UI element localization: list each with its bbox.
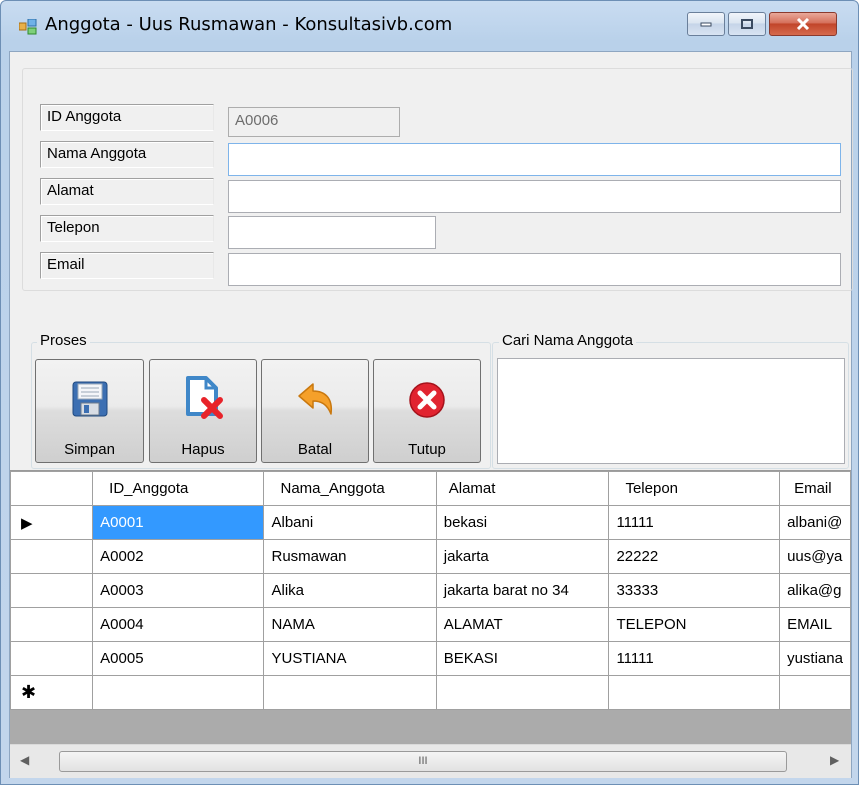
table-cell[interactable]: 22222 xyxy=(608,539,781,574)
close-circle-icon xyxy=(409,382,445,418)
window-title: Anggota - Uus Rusmawan - Konsultasivb.co… xyxy=(45,14,453,35)
table-cell[interactable] xyxy=(608,675,781,710)
id-anggota-field[interactable]: A0006 xyxy=(228,107,400,137)
close-window-button[interactable] xyxy=(769,12,837,36)
current-row-indicator[interactable]: ▶ xyxy=(10,505,94,540)
label-alamat: Alamat xyxy=(40,178,214,205)
row-header[interactable] xyxy=(10,539,94,574)
table-cell[interactable]: Alika xyxy=(263,573,437,608)
table-cell[interactable]: 11111 xyxy=(608,505,781,540)
hapus-label: Hapus xyxy=(181,441,225,458)
grid-header-row: ID_Anggota Nama_Anggota Alamat Telepon E… xyxy=(10,471,851,506)
col-header-id-anggota[interactable]: ID_Anggota xyxy=(92,471,265,506)
table-cell[interactable]: TELEPON xyxy=(608,607,781,642)
undo-arrow-icon xyxy=(298,383,333,415)
search-group-label: Cari Nama Anggota xyxy=(499,332,636,349)
col-header-email[interactable]: Email xyxy=(779,471,851,506)
data-grid-table: ID_Anggota Nama_Anggota Alamat Telepon E… xyxy=(10,471,851,710)
table-cell[interactable]: A0005 xyxy=(92,641,265,676)
row-header[interactable] xyxy=(10,607,94,642)
label-id-anggota: ID Anggota xyxy=(40,104,214,131)
table-cell[interactable]: 11111 xyxy=(608,641,781,676)
close-icon xyxy=(796,18,810,30)
label-telepon: Telepon xyxy=(40,215,214,242)
row-header-corner xyxy=(10,471,94,506)
table-cell[interactable] xyxy=(263,675,437,710)
table-cell[interactable]: albani@ xyxy=(779,505,851,540)
table-cell[interactable]: BEKASI xyxy=(435,641,610,676)
col-header-nama-anggota[interactable]: Nama_Anggota xyxy=(263,471,437,506)
tutup-button[interactable]: Tutup xyxy=(373,359,481,463)
table-cell[interactable] xyxy=(779,675,851,710)
hapus-button[interactable]: Hapus xyxy=(149,359,257,463)
table-cell[interactable]: jakarta xyxy=(435,539,610,574)
table-cell[interactable]: YUSTIANA xyxy=(263,641,437,676)
app-window: Anggota - Uus Rusmawan - Konsultasivb.co… xyxy=(0,0,859,785)
telepon-field[interactable] xyxy=(228,216,436,249)
email-field[interactable] xyxy=(228,253,841,286)
simpan-label: Simpan xyxy=(64,441,115,458)
table-cell[interactable]: bekasi xyxy=(435,505,610,540)
form-client-area: ID Anggota A0006 Nama Anggota Alamat Tel… xyxy=(9,51,853,778)
row-header[interactable] xyxy=(10,573,94,608)
table-row[interactable]: A0002 Rusmawan jakarta 22222 uus@ya xyxy=(10,539,851,574)
table-cell[interactable]: yustiana xyxy=(779,641,851,676)
floppy-disk-icon xyxy=(72,381,107,417)
table-cell[interactable]: Albani xyxy=(263,505,437,540)
minimize-icon xyxy=(700,22,712,27)
horizontal-scrollbar[interactable]: ◀ III ▶ xyxy=(10,744,851,778)
batal-label: Batal xyxy=(297,441,333,458)
table-cell[interactable]: ALAMAT xyxy=(435,607,610,642)
scroll-right-icon[interactable]: ▶ xyxy=(830,753,839,767)
row-header[interactable] xyxy=(10,641,94,676)
table-cell[interactable]: 33333 xyxy=(608,573,781,608)
label-nama-anggota: Nama Anggota xyxy=(40,141,214,168)
table-cell[interactable]: A0003 xyxy=(92,573,265,608)
search-input[interactable] xyxy=(497,358,845,464)
new-row-indicator[interactable]: ✱ xyxy=(10,675,94,710)
table-row[interactable]: ▶ A0001 Albani bekasi 11111 albani@ xyxy=(10,505,851,540)
nama-anggota-field[interactable] xyxy=(228,143,841,176)
delete-document-icon xyxy=(186,376,223,419)
tutup-label: Tutup xyxy=(408,441,446,458)
title-bar[interactable]: Anggota - Uus Rusmawan - Konsultasivb.co… xyxy=(1,1,858,51)
maximize-button[interactable] xyxy=(728,12,766,36)
table-cell[interactable]: EMAIL xyxy=(779,607,851,642)
label-email: Email xyxy=(40,252,214,279)
table-cell[interactable] xyxy=(92,675,265,710)
table-cell[interactable]: Rusmawan xyxy=(263,539,437,574)
simpan-button[interactable]: Simpan xyxy=(35,359,144,463)
table-row[interactable]: A0003 Alika jakarta barat no 34 33333 al… xyxy=(10,573,851,608)
maximize-icon xyxy=(741,19,753,29)
scroll-thumb[interactable]: III xyxy=(59,751,787,772)
col-header-telepon[interactable]: Telepon xyxy=(608,471,781,506)
table-cell[interactable] xyxy=(435,675,610,710)
table-row[interactable]: A0004 NAMA ALAMAT TELEPON EMAIL xyxy=(10,607,851,642)
app-form-icon xyxy=(19,19,37,35)
minimize-button[interactable] xyxy=(687,12,725,36)
scroll-grip: III xyxy=(418,755,428,767)
new-row[interactable]: ✱ xyxy=(10,675,851,710)
col-header-alamat[interactable]: Alamat xyxy=(435,471,610,506)
table-cell[interactable]: A0001 xyxy=(92,505,265,540)
batal-button[interactable]: Batal xyxy=(261,359,369,463)
table-cell[interactable]: alika@g xyxy=(779,573,851,608)
table-cell[interactable]: jakarta barat no 34 xyxy=(435,573,610,608)
table-cell[interactable]: A0002 xyxy=(92,539,265,574)
alamat-field[interactable] xyxy=(228,180,841,213)
data-grid[interactable]: ID_Anggota Nama_Anggota Alamat Telepon E… xyxy=(10,470,851,778)
table-cell[interactable]: uus@ya xyxy=(779,539,851,574)
table-row[interactable]: A0005 YUSTIANA BEKASI 11111 yustiana xyxy=(10,641,851,676)
scroll-left-icon[interactable]: ◀ xyxy=(20,753,29,767)
table-cell[interactable]: A0004 xyxy=(92,607,265,642)
proses-group-label: Proses xyxy=(37,332,90,349)
table-cell[interactable]: NAMA xyxy=(263,607,437,642)
